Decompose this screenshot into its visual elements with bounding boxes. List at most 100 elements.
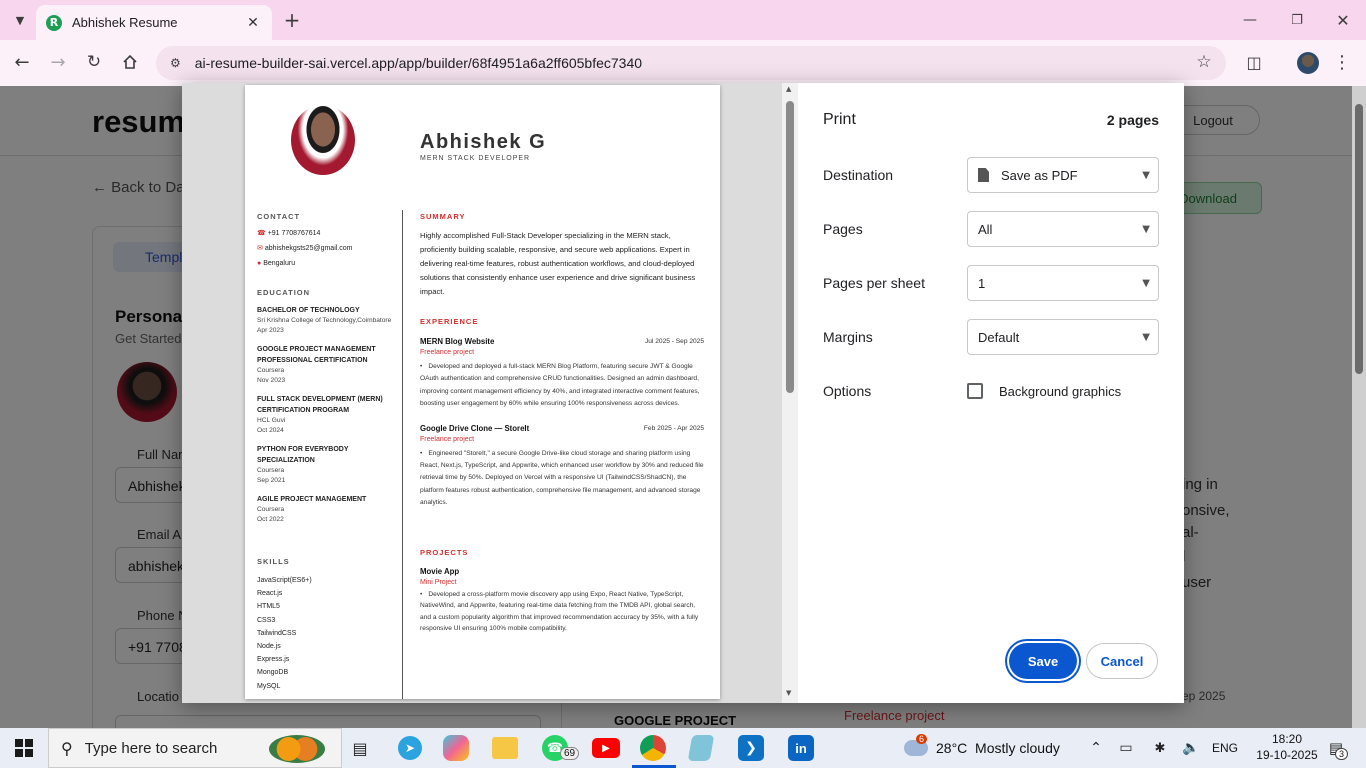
preview-scrollbar-thumb[interactable] xyxy=(786,101,794,393)
margins-row: Margins Default ▼ xyxy=(823,319,1163,355)
battery-icon[interactable]: ▭ xyxy=(1110,732,1142,764)
chevron-down-icon: ▼ xyxy=(1142,170,1150,181)
new-tab-icon[interactable]: + xyxy=(280,8,304,32)
pages-select[interactable]: All ▼ xyxy=(967,211,1159,247)
preview-scroll-down[interactable]: ▼ xyxy=(786,689,791,697)
education-school: Sri Krishna College of Technology,Coimba… xyxy=(257,317,392,324)
education-degree: FULL STACK DEVELOPMENT (MERN) CERTIFICAT… xyxy=(257,396,383,414)
education-item: BACHELOR OF TECHNOLOGY Sri Krishna Colleg… xyxy=(257,305,397,336)
margins-label: Margins xyxy=(823,329,873,345)
search-icon: ⚲ xyxy=(61,738,73,758)
education-heading: EDUCATION xyxy=(257,288,311,297)
projects-heading: PROJECTS xyxy=(420,548,469,557)
experience-item: Google Drive Clone — StoreIt Feb 2025 - A… xyxy=(420,423,704,510)
search-placeholder: Type here to search xyxy=(84,739,218,757)
extensions-icon[interactable]: ◫ xyxy=(1242,50,1266,74)
copilot-icon[interactable] xyxy=(443,735,469,761)
experience-date: Feb 2025 - Apr 2025 xyxy=(643,424,704,432)
education-school: HCL Guvi xyxy=(257,417,286,424)
close-tab-icon[interactable]: ✕ xyxy=(244,15,262,31)
weather-badge: 6 xyxy=(916,734,928,744)
resume-location: Bengaluru xyxy=(263,260,296,267)
profile-avatar[interactable] xyxy=(1297,52,1319,74)
vscode-icon[interactable]: ❯ xyxy=(738,735,764,761)
skill-item: MongoDB xyxy=(257,669,289,677)
task-view-icon[interactable]: ▤ xyxy=(344,732,376,764)
address-bar[interactable]: ⚙ ai-resume-builder-sai.vercel.app/app/b… xyxy=(156,46,1226,80)
save-button[interactable]: Save xyxy=(1009,643,1077,679)
forward-icon[interactable]: → xyxy=(46,50,70,74)
bullet: • xyxy=(420,591,423,598)
phone-row: ☎ +91 7708767614 xyxy=(257,229,320,238)
weather-text[interactable]: 28°C Mostly cloudy xyxy=(936,740,1060,756)
resume-favicon-icon: R xyxy=(46,14,62,31)
skill-item: CSS3 xyxy=(257,616,276,624)
destination-select[interactable]: Save as PDF ▼ xyxy=(967,157,1159,193)
background-graphics-label[interactable]: Background graphics xyxy=(999,384,1121,399)
print-settings-panel: Print 2 pages Destination Save as PDF ▼ … xyxy=(798,83,1184,703)
page-scrollbar[interactable] xyxy=(1352,86,1366,728)
pages-value: All xyxy=(978,221,993,237)
skill-item: HTML5 xyxy=(257,603,280,611)
file-explorer-icon[interactable] xyxy=(492,737,518,759)
pages-label: Pages xyxy=(823,221,863,237)
notification-count: 3 xyxy=(1335,748,1349,760)
windows-start-icon[interactable] xyxy=(8,732,40,764)
projects-list: Movie App Mini Project • Developed a cross-… xyxy=(420,566,704,635)
chevron-down-icon: ▼ xyxy=(1142,224,1150,235)
preview-scrollbar[interactable]: ▲ ▼ xyxy=(782,83,798,703)
education-item: GOOGLE PROJECT MANAGEMENT PROFESSIONAL C… xyxy=(257,344,397,386)
volume-icon[interactable]: 🔈 xyxy=(1175,732,1207,764)
pages-per-sheet-label: Pages per sheet xyxy=(823,275,925,291)
minimize-icon[interactable]: — xyxy=(1238,8,1262,32)
experience-heading: EXPERIENCE xyxy=(420,317,479,326)
youtube-icon[interactable]: ▶ xyxy=(592,738,620,758)
language-indicator[interactable]: ENG xyxy=(1212,741,1238,755)
page-count: 2 pages xyxy=(1106,112,1159,128)
bookmark-star-icon[interactable]: ☆ xyxy=(1192,50,1216,74)
windows-taskbar: ⚲ Type here to search ▤ ➤ ☎ 69 ▶ ❯ in 6 … xyxy=(0,728,1366,768)
email-row: ✉ abhishekgsts25@gmail.com xyxy=(257,244,352,253)
background-graphics-checkbox[interactable] xyxy=(967,383,983,399)
chevron-up-icon[interactable]: ⌃ xyxy=(1080,732,1112,764)
chrome-icon[interactable] xyxy=(640,735,666,761)
close-window-icon[interactable]: ✕ xyxy=(1331,8,1355,32)
pages-per-sheet-select[interactable]: 1 ▼ xyxy=(967,265,1159,301)
mail-icon: ✉ xyxy=(257,245,263,252)
tab-search-icon[interactable]: ▼ xyxy=(8,8,32,32)
reload-icon[interactable]: ↻ xyxy=(82,50,106,74)
preview-scroll-up[interactable]: ▲ xyxy=(786,85,791,93)
margins-value: Default xyxy=(978,329,1020,345)
restore-icon[interactable]: ❐ xyxy=(1285,8,1309,32)
browser-tab[interactable]: R Abhishek Resume ✕ xyxy=(36,5,272,40)
print-dialog: Abhishek G MERN STACK DEVELOPER CONTACT … xyxy=(182,83,1184,703)
destination-value: Save as PDF xyxy=(1001,167,1078,183)
project-desc-text: Developed a cross-platform movie discove… xyxy=(420,591,699,633)
margins-select[interactable]: Default ▼ xyxy=(967,319,1159,355)
taskbar-search[interactable]: ⚲ Type here to search xyxy=(48,728,342,768)
clock[interactable]: 18:20 19-10-2025 xyxy=(1252,732,1322,762)
page-scrollbar-thumb[interactable] xyxy=(1355,104,1363,374)
chevron-down-icon: ▼ xyxy=(1142,278,1150,289)
site-info-icon[interactable]: ⚙ xyxy=(170,56,181,70)
notification-icon[interactable]: ▤ xyxy=(1320,732,1352,764)
skills-list: JavaScript(ES6+) React.js HTML5 CSS3 Tailwin… xyxy=(257,574,397,693)
browser-toolbar: ← → ↻ ⚙ ai-resume-builder-sai.vercel.app… xyxy=(0,40,1366,86)
bullet: • xyxy=(420,363,423,370)
options-row: Options Background graphics xyxy=(823,373,1163,409)
notepad-icon[interactable] xyxy=(687,735,715,761)
home-icon[interactable] xyxy=(118,50,142,74)
experience-date: Jul 2025 - Sep 2025 xyxy=(644,338,704,345)
location-row: ● Bengaluru xyxy=(257,259,295,268)
wifi-icon[interactable]: ✱ xyxy=(1144,732,1176,764)
menu-kebab-icon[interactable]: ⋮ xyxy=(1330,50,1354,74)
experience-item: MERN Blog Website Jul 2025 - Sep 2025 Free… xyxy=(420,336,704,411)
education-degree: BACHELOR OF TECHNOLOGY xyxy=(257,307,360,314)
back-icon[interactable]: ← xyxy=(10,50,34,74)
telegram-icon[interactable]: ➤ xyxy=(398,736,422,760)
linkedin-icon[interactable]: in xyxy=(788,735,814,761)
project-item: Movie App Mini Project • Developed a cross-… xyxy=(420,566,704,635)
cancel-button[interactable]: Cancel xyxy=(1086,643,1158,679)
skill-item: JavaScript(ES6+) xyxy=(257,577,312,584)
project-title: Movie App xyxy=(420,567,460,576)
